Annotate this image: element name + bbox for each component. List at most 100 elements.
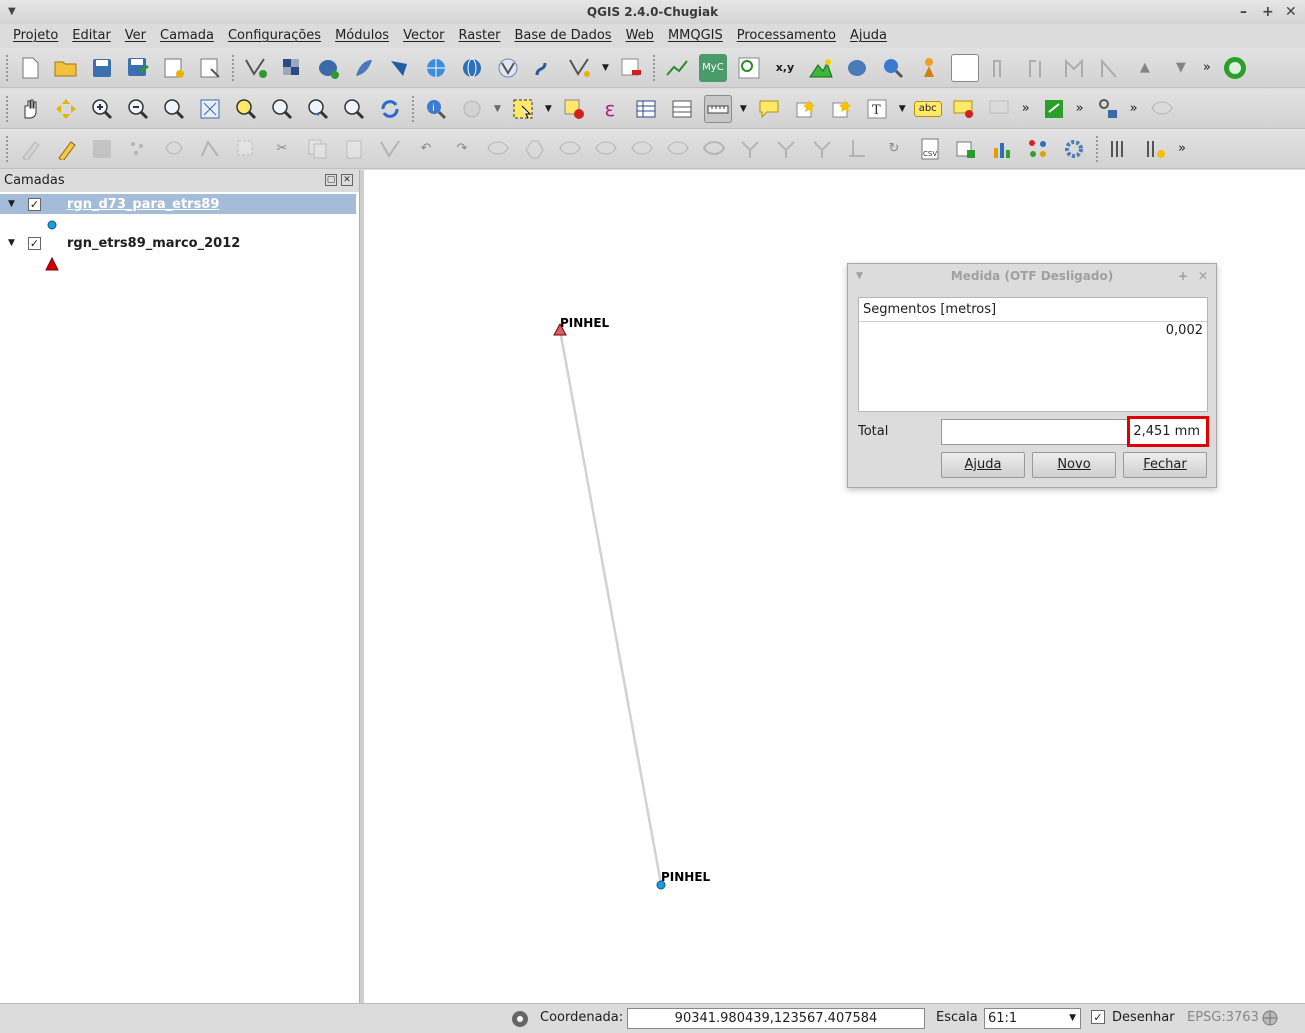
menu-modulos[interactable]: Módulos <box>328 24 396 48</box>
add-wfs-layer-icon[interactable] <box>494 54 522 82</box>
paste-features-icon[interactable] <box>340 135 368 163</box>
coordinate-field[interactable]: 90341.980439,123567.407584 <box>627 1008 925 1029</box>
reshape-features-icon[interactable] <box>664 135 692 163</box>
delete-ring-icon[interactable] <box>592 135 620 163</box>
select-by-expression-icon[interactable]: ε <box>596 95 624 123</box>
menu-mmqgis[interactable]: MMQGIS <box>661 24 730 48</box>
split-features-icon[interactable] <box>736 135 764 163</box>
export-plugin-icon[interactable] <box>952 135 980 163</box>
toolbar-grip[interactable] <box>6 135 10 162</box>
zoom-out-icon[interactable] <box>124 95 152 123</box>
xy-coordinates-icon[interactable]: x,y <box>771 54 799 82</box>
close-panel-icon[interactable]: ✕ <box>341 174 353 186</box>
save-as-icon[interactable] <box>124 54 152 82</box>
zoom-full-icon[interactable] <box>196 95 224 123</box>
render-checkbox[interactable]: ✓ <box>1091 1010 1105 1024</box>
identify-plugin-icon[interactable] <box>879 54 907 82</box>
toolbar-overflow-5[interactable]: » <box>1178 141 1186 156</box>
save-project-icon[interactable] <box>88 54 116 82</box>
run-feature-action-icon[interactable] <box>458 95 486 123</box>
pan-icon[interactable] <box>16 95 44 123</box>
toolbar-grip[interactable] <box>412 95 416 122</box>
vertex-tool-icon[interactable] <box>987 54 1015 82</box>
crs-status[interactable]: EPSG:3763 <box>1187 1010 1259 1025</box>
new-project-icon[interactable] <box>16 54 44 82</box>
minimize-icon[interactable]: – <box>1240 0 1247 24</box>
remove-layer-icon[interactable] <box>617 54 645 82</box>
merge-attributes-icon[interactable] <box>844 135 872 163</box>
pan-to-selection-icon[interactable] <box>52 95 80 123</box>
new-bookmark-icon[interactable] <box>791 95 819 123</box>
menu-processamento[interactable]: Processamento <box>730 24 843 48</box>
toolbar-grip[interactable] <box>652 54 657 81</box>
settings-plugin-icon[interactable] <box>1060 135 1088 163</box>
csv-plugin-icon[interactable]: CSV <box>916 135 944 163</box>
add-vector-layer-icon[interactable] <box>242 54 270 82</box>
add-postgis-layer-icon[interactable] <box>314 54 342 82</box>
dialog-menu-icon[interactable]: ▼ <box>856 264 863 288</box>
dialog-keep-above-icon[interactable]: + <box>1178 264 1188 288</box>
zoom-to-selection-icon[interactable] <box>232 95 260 123</box>
segments-table[interactable]: Segmentos [metros] 0,002 <box>858 297 1208 412</box>
add-mssql-layer-icon[interactable] <box>386 54 414 82</box>
myc-icon[interactable]: MyC <box>698 53 727 82</box>
show-bookmarks-icon[interactable] <box>827 95 855 123</box>
new-button[interactable]: Novo <box>1032 452 1116 478</box>
chart-plugin-icon[interactable] <box>988 135 1016 163</box>
expand-arrow-icon[interactable]: ▼ <box>8 238 20 248</box>
save-edits-icon[interactable] <box>88 135 116 163</box>
toolbar-grip[interactable] <box>6 95 10 122</box>
field-calculator-icon[interactable] <box>668 95 696 123</box>
toolbar-grip[interactable] <box>232 54 236 81</box>
add-part-icon[interactable] <box>520 135 548 163</box>
georeferencer-icon[interactable] <box>663 54 691 82</box>
help-button[interactable]: Ajuda <box>941 452 1025 478</box>
person-plugin-icon[interactable] <box>915 54 943 82</box>
pin-labels-icon[interactable] <box>950 95 978 123</box>
table-plugin-star-icon[interactable] <box>1142 135 1170 163</box>
layer-visibility-checkbox[interactable]: ✓ <box>28 197 41 211</box>
select-features-icon[interactable] <box>509 95 537 123</box>
offset-curve-icon[interactable] <box>700 135 728 163</box>
gps-tool-icon[interactable] <box>1094 95 1122 123</box>
fill-ring-icon[interactable] <box>556 135 584 163</box>
split-tool-icon[interactable] <box>1023 54 1051 82</box>
menu-web[interactable]: Web <box>619 24 661 48</box>
simplify-feature-icon[interactable] <box>376 135 404 163</box>
add-wcs-layer-icon[interactable] <box>458 54 486 82</box>
expand-arrow-icon[interactable]: ▼ <box>8 199 20 209</box>
toolbar-grip[interactable] <box>1096 135 1100 162</box>
menu-projeto[interactable]: Projeto <box>6 24 65 48</box>
identify-icon[interactable]: i <box>422 95 450 123</box>
open-project-icon[interactable] <box>52 54 80 82</box>
add-delimited-text-icon[interactable] <box>530 54 558 82</box>
add-raster-layer-icon[interactable] <box>278 54 306 82</box>
toolbar-overflow-2[interactable]: » <box>1022 101 1030 116</box>
menu-camada[interactable]: Camada <box>153 24 221 48</box>
map-tips-icon[interactable] <box>755 95 783 123</box>
add-ring-icon[interactable] <box>484 135 512 163</box>
close-icon[interactable]: ✕ <box>1285 0 1297 24</box>
close-button[interactable]: Fechar <box>1123 452 1207 478</box>
terrain-profile-icon[interactable] <box>807 54 835 82</box>
menu-ver[interactable]: Ver <box>118 24 153 48</box>
network-plugin-icon[interactable] <box>1024 135 1052 163</box>
label-tool-icon[interactable]: abc <box>913 100 942 117</box>
measure-line-icon[interactable] <box>703 94 732 123</box>
refresh-icon[interactable] <box>376 95 404 123</box>
scale-combobox[interactable]: 61:1 ▼ <box>984 1008 1081 1029</box>
zoom-last-icon[interactable] <box>304 95 332 123</box>
rotate-point-icon[interactable]: ↻ <box>880 135 908 163</box>
composer-manager-icon[interactable] <box>196 54 224 82</box>
float-panel-icon[interactable]: ▢ <box>325 174 337 186</box>
zoom-to-layer-icon[interactable] <box>268 95 296 123</box>
zoom-native-icon[interactable] <box>160 95 188 123</box>
qgis-search-icon[interactable] <box>735 54 763 82</box>
toolbar-overflow-1[interactable]: » <box>1203 60 1211 75</box>
zoom-in-icon[interactable] <box>88 95 116 123</box>
split-parts-icon[interactable] <box>772 135 800 163</box>
undo-icon[interactable]: ↶ <box>412 135 440 163</box>
delete-selected-icon[interactable] <box>232 135 260 163</box>
new-print-composer-icon[interactable] <box>160 54 188 82</box>
menu-configuracoes[interactable]: Configurações <box>221 24 328 48</box>
